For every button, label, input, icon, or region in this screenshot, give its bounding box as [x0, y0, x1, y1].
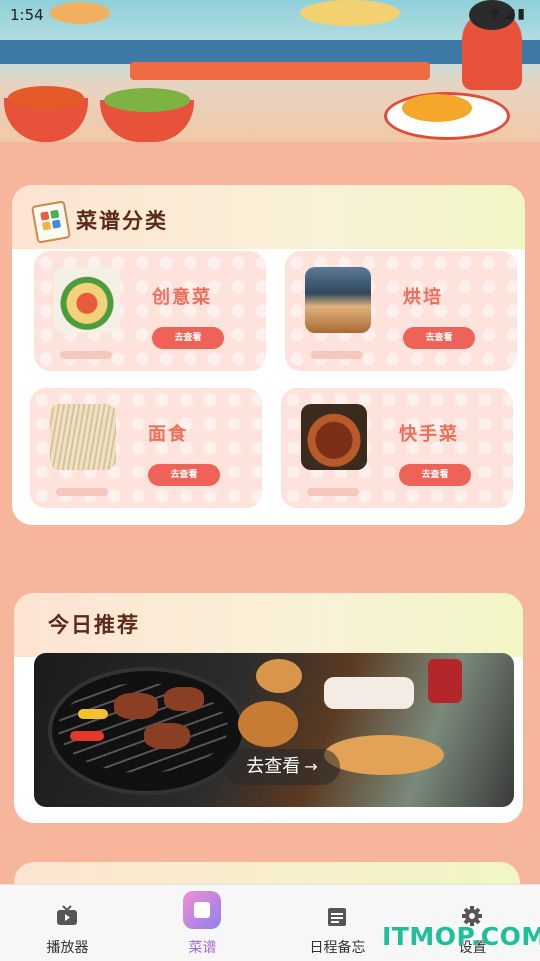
recipe-icon	[183, 891, 221, 929]
status-bar: 1:54 ▼◢▮	[0, 0, 540, 30]
category-item-quick[interactable]: 快手菜 去查看	[281, 388, 513, 508]
view-button[interactable]: 去查看	[403, 327, 475, 349]
grill-meat	[164, 687, 204, 711]
category-name: 烘培	[403, 287, 443, 308]
recommend-card: 今日推荐 去查看 →	[14, 593, 523, 823]
view-button[interactable]: 去查看	[152, 327, 224, 349]
category-item-noodles[interactable]: 面食 去查看	[30, 388, 262, 508]
pastry	[256, 659, 302, 693]
drink-glass	[428, 659, 462, 703]
banner-food	[8, 86, 84, 110]
banner-food	[402, 94, 472, 122]
tab-recipes[interactable]: 菜谱	[135, 885, 270, 961]
view-button[interactable]: 去查看	[148, 464, 220, 486]
grill-meat	[114, 693, 158, 719]
skewer-plate	[324, 677, 414, 709]
category-card: 菜谱分类 创意菜 去查看 烘培 去查看 面食 去查看 快手菜 去查看	[12, 185, 525, 525]
noodles-image	[50, 404, 116, 470]
category-item-baking[interactable]: 烘培 去查看	[285, 251, 517, 371]
category-item-creative[interactable]: 创意菜 去查看	[34, 251, 266, 371]
category-name: 快手菜	[399, 424, 459, 445]
banner-shelf	[130, 62, 430, 80]
view-recommend-label: 去查看	[246, 756, 301, 777]
view-button[interactable]: 去查看	[399, 464, 471, 486]
recipe-book-icon	[30, 200, 72, 244]
grill-meat	[144, 723, 190, 749]
status-icons: ▼◢▮	[489, 6, 528, 22]
recipe-icon-inner	[194, 902, 210, 918]
image-shadow	[307, 488, 359, 496]
tab-label: 菜谱	[188, 940, 217, 956]
category-name: 面食	[148, 424, 188, 445]
category-title: 菜谱分类	[76, 209, 168, 233]
banner-counter	[0, 40, 540, 64]
grill-pepper	[70, 731, 104, 741]
image-shadow	[60, 351, 112, 359]
image-shadow	[311, 351, 363, 359]
watermark: ITMOP.COM	[382, 922, 540, 951]
view-recommend-button[interactable]: 去查看 →	[224, 749, 340, 785]
creative-dish-image	[54, 267, 120, 333]
calendar-icon	[328, 908, 346, 926]
status-time: 1:54	[10, 6, 44, 24]
tab-player[interactable]: 播放器	[0, 885, 135, 961]
quick-dish-image	[301, 404, 367, 470]
baking-image	[305, 267, 371, 333]
pastry	[238, 701, 298, 747]
recommend-image[interactable]: 去查看 →	[34, 653, 514, 807]
grill-pepper	[78, 709, 108, 719]
tab-label: 播放器	[46, 940, 89, 956]
banner-food	[104, 88, 190, 112]
arrow-right-icon: →	[304, 757, 318, 776]
image-shadow	[56, 488, 108, 496]
pastry	[324, 735, 444, 775]
category-name: 创意菜	[152, 287, 212, 308]
tv-icon	[57, 905, 77, 925]
recommend-title: 今日推荐	[48, 613, 140, 637]
